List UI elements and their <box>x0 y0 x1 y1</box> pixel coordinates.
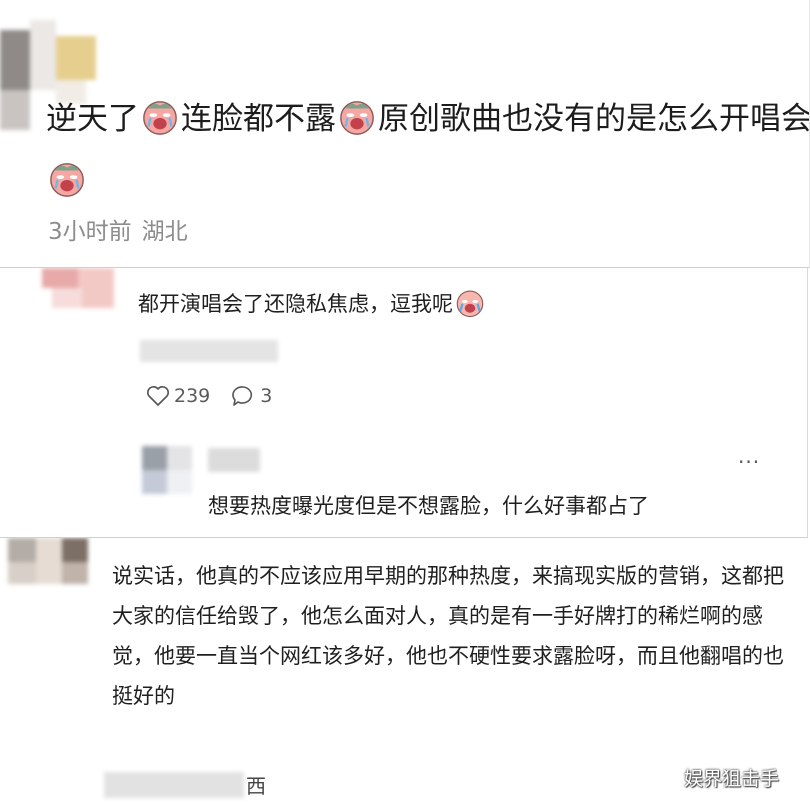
comment-card: 说实话，他真的不应该应用早期的那种热度，来搞现实版的营销，这都把大家的信任给毁了… <box>0 538 810 805</box>
post-meta: 3小时前 湖北 <box>48 212 188 246</box>
crying-face-icon <box>340 101 374 135</box>
crying-face-icon <box>143 101 177 135</box>
watermark-text: 娱界狙击手 <box>684 768 780 790</box>
post-text: 逆天了 连脸都不露 原创歌曲也没有的是怎么开唱会的 <box>46 88 810 212</box>
post-text-part: 逆天了 <box>46 101 139 137</box>
like-count: 239 <box>174 385 211 407</box>
blurred-meta <box>104 772 244 798</box>
comment-text: 说实话，他真的不应该应用早期的那种热度，来搞现实版的营销，这都把大家的信任给毁了… <box>112 564 784 708</box>
crying-face-icon <box>456 290 484 318</box>
heart-icon <box>147 386 169 406</box>
comment-count: 3 <box>260 385 273 407</box>
blurred-meta <box>140 340 278 362</box>
sub-reply-avatar[interactable] <box>142 446 192 494</box>
post-time: 3小时前 <box>48 219 132 245</box>
avatar[interactable] <box>42 268 114 308</box>
reply-text: 都开演唱会了还隐私焦虑，逗我呢 <box>138 288 485 318</box>
post-card: 逆天了 连脸都不露 原创歌曲也没有的是怎么开唱会的 3小时前湖北 <box>0 0 810 268</box>
sub-reply-username[interactable] <box>208 448 260 472</box>
comment-partial-text: 西 <box>246 774 266 798</box>
more-options-icon[interactable]: ... <box>738 444 760 468</box>
post-text-part: 原创歌曲也没有的是怎么开 <box>378 101 750 137</box>
comment-bubble-icon <box>232 386 253 406</box>
post-text-part: 唱会的 <box>750 101 810 137</box>
reply-text-content: 都开演唱会了还隐私焦虑，逗我呢 <box>138 292 453 316</box>
post-location: 湖北 <box>141 219 188 245</box>
reply-card: 都开演唱会了还隐私焦虑，逗我呢 239 3 ... 想要热度曝光度但是不想露脸，… <box>0 268 808 538</box>
post-text-part: 连脸都不露 <box>181 101 336 137</box>
avatar[interactable] <box>8 538 88 584</box>
reply-actions: 239 3 <box>146 384 292 408</box>
comment-button[interactable]: 3 <box>230 384 272 408</box>
sub-reply-text: 想要热度曝光度但是不想露脸，什么好事都占了 <box>208 494 649 518</box>
like-button[interactable]: 239 <box>146 385 210 407</box>
crying-face-icon <box>50 163 84 197</box>
